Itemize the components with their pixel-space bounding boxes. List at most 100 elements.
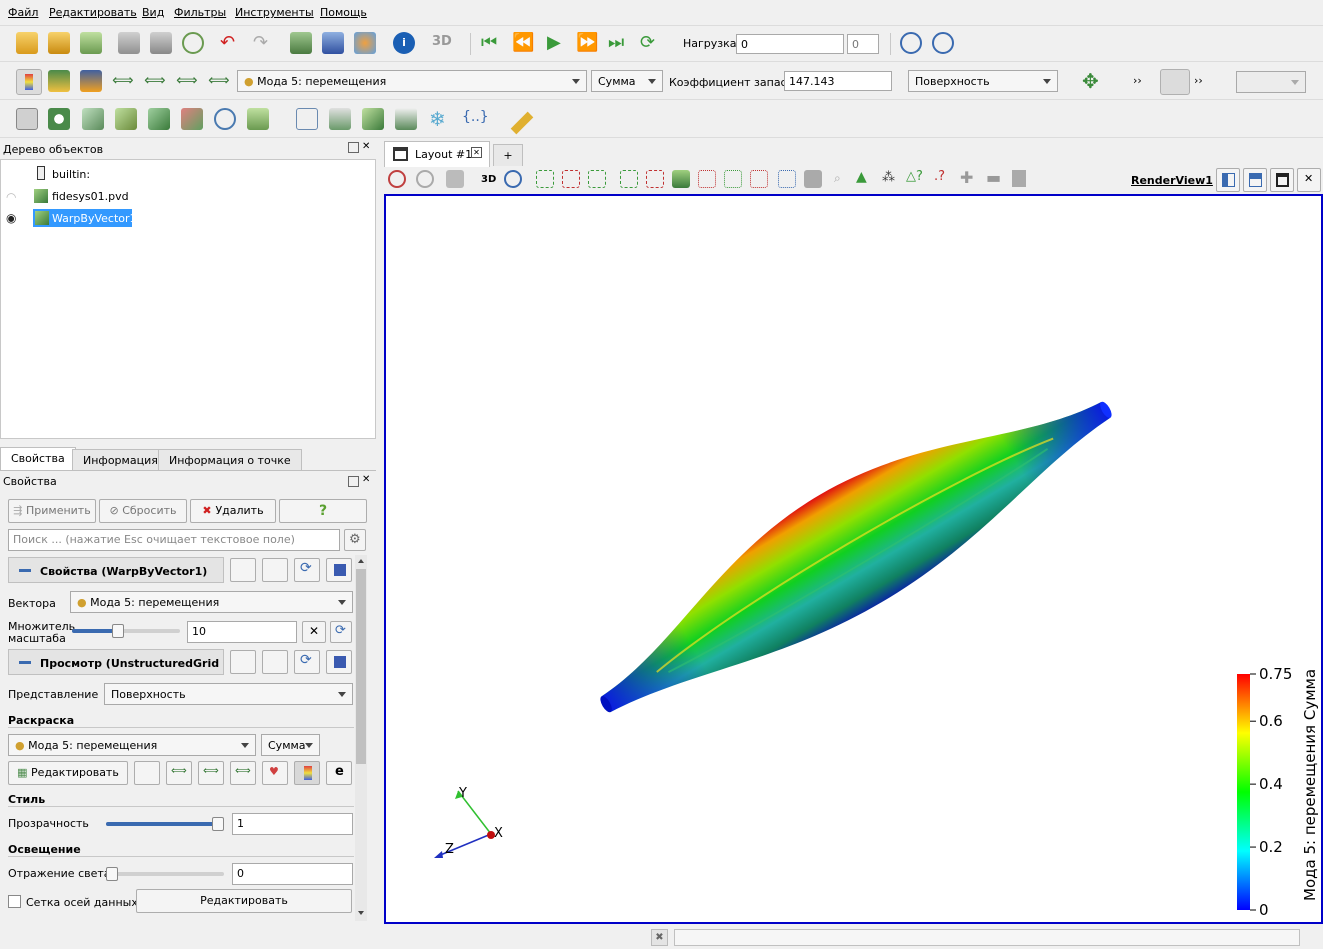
- close-view-icon[interactable]: ✕: [1297, 168, 1321, 192]
- tab-point-info[interactable]: Информация о точке: [158, 449, 302, 471]
- search-input[interactable]: Поиск ... (нажатие Esc очищает текстовое…: [8, 529, 340, 551]
- paste-props-icon[interactable]: [262, 558, 288, 582]
- rescale-c-btn-icon[interactable]: ⟺: [198, 761, 224, 785]
- pipeline-item-warp-selected[interactable]: WarpByVector1: [33, 209, 137, 227]
- threshold-icon[interactable]: [148, 108, 170, 130]
- warp-icon[interactable]: [296, 108, 318, 130]
- edit-colormap-icon[interactable]: [48, 70, 70, 92]
- specular-slider-track[interactable]: [106, 867, 224, 881]
- array-select[interactable]: ● Мода 5: перемещения: [237, 70, 587, 92]
- reset-camera-view-icon[interactable]: [388, 170, 406, 188]
- scale-slider-track[interactable]: [72, 624, 180, 638]
- menu-view[interactable]: Вид: [142, 6, 164, 19]
- query-cells-icon[interactable]: △?: [906, 169, 923, 184]
- eye-hidden-icon[interactable]: ◠: [6, 190, 16, 204]
- ruler-icon[interactable]: [510, 111, 534, 135]
- clear-scale-icon[interactable]: ✕: [302, 621, 326, 643]
- extract-subset-icon[interactable]: [181, 108, 203, 130]
- loop-icon[interactable]: ⟳: [640, 32, 655, 53]
- plot-over-line-icon[interactable]: [395, 108, 417, 130]
- apply-button[interactable]: ⇶ Применить: [8, 499, 96, 523]
- save-data-icon[interactable]: [80, 32, 102, 54]
- menu-filters[interactable]: Фильтры: [174, 6, 226, 19]
- load-input[interactable]: 0: [736, 34, 844, 54]
- menu-file[interactable]: Файл: [8, 6, 38, 19]
- close-icon[interactable]: ✕: [362, 141, 370, 152]
- disconnect-icon[interactable]: [150, 32, 172, 54]
- zoom-closest-icon[interactable]: [932, 32, 954, 54]
- snowflake-icon[interactable]: ❄: [429, 107, 446, 131]
- properties-scrollbar[interactable]: [355, 555, 367, 921]
- group-datasets-icon[interactable]: [329, 108, 351, 130]
- opacity-slider-handle[interactable]: [212, 817, 224, 831]
- plus-icon[interactable]: ✚: [960, 168, 973, 187]
- restore-display-icon[interactable]: ⟳: [294, 650, 320, 674]
- delete-button[interactable]: ✖ Удалить: [190, 499, 276, 523]
- specular-slider-handle[interactable]: [106, 867, 118, 881]
- split-horizontal-icon[interactable]: [1216, 168, 1240, 192]
- calculator-icon[interactable]: [16, 108, 38, 130]
- float-icon[interactable]: [348, 142, 359, 153]
- extract-level-icon[interactable]: [362, 108, 384, 130]
- scroll-up-icon[interactable]: [358, 559, 364, 563]
- grow-selection-icon[interactable]: [804, 170, 822, 188]
- camera-combo[interactable]: [1236, 71, 1306, 93]
- component-select[interactable]: Сумма: [591, 70, 663, 92]
- colorbar-props-icon[interactable]: e: [326, 761, 352, 785]
- render-view-name[interactable]: RenderView1: [1131, 174, 1213, 187]
- glyph-icon[interactable]: [214, 108, 236, 130]
- open-file-icon[interactable]: [16, 32, 38, 54]
- data-axes-edit-button[interactable]: Редактировать: [136, 889, 352, 913]
- hover-points-icon[interactable]: [724, 170, 742, 188]
- play-icon[interactable]: ▶: [547, 32, 561, 53]
- coloring-component-select[interactable]: Сумма: [261, 734, 320, 756]
- safety-factor-input[interactable]: 147.143: [784, 71, 892, 91]
- props-close-icon[interactable]: ✕: [362, 474, 370, 485]
- specular-input[interactable]: 0: [232, 863, 353, 885]
- points-triangle-icon[interactable]: ⁂: [882, 170, 895, 185]
- interactive-select-icon[interactable]: [778, 170, 796, 188]
- select-block-icon[interactable]: [672, 170, 690, 188]
- magnify-icon[interactable]: ⌕: [834, 171, 841, 186]
- first-frame-icon[interactable]: ⏮: [481, 32, 497, 53]
- undo-icon[interactable]: ↶: [220, 32, 235, 53]
- pipeline-item-fidesys[interactable]: fidesys01.pvd: [52, 190, 129, 203]
- overflow-chevron-1[interactable]: ››: [1133, 74, 1142, 87]
- rescale-temporal-icon[interactable]: ⟺: [176, 71, 198, 89]
- camera-link-icon[interactable]: [290, 32, 312, 54]
- python-script-icon[interactable]: {..}: [462, 109, 489, 125]
- scrollbar-thumb[interactable]: [356, 569, 366, 764]
- open-recent-icon[interactable]: [48, 32, 70, 54]
- overflow-chevron-2[interactable]: ››: [1194, 74, 1203, 87]
- pipeline-item-builtin[interactable]: builtin:: [52, 168, 90, 181]
- clear-status-icon[interactable]: ✖: [651, 929, 668, 946]
- hover-cells-icon[interactable]: [750, 170, 768, 188]
- reset-session-icon[interactable]: [182, 32, 204, 54]
- tab-properties[interactable]: Свойства: [0, 447, 76, 470]
- previous-frame-icon[interactable]: ⏪: [512, 32, 534, 53]
- menu-edit[interactable]: Редактировать: [49, 6, 137, 19]
- deselect-icon[interactable]: [562, 170, 580, 188]
- representation-dropdown[interactable]: Поверхность: [104, 683, 353, 705]
- settings-gear-icon[interactable]: ⚙: [344, 529, 366, 551]
- show-colorbar-icon[interactable]: [294, 761, 320, 785]
- contour-icon[interactable]: [48, 108, 70, 130]
- reset-camera-icon[interactable]: ✥: [1082, 69, 1099, 93]
- toggle-colorbar-icon[interactable]: [16, 69, 42, 95]
- closest-camera-icon[interactable]: [416, 170, 434, 188]
- rescale-data-icon[interactable]: [134, 761, 160, 785]
- rescale-custom-btn-icon[interactable]: ⟺: [166, 761, 192, 785]
- tab-information[interactable]: Информация: [72, 449, 169, 471]
- last-frame-icon[interactable]: ⏭: [608, 32, 624, 53]
- section-properties-header[interactable]: Свойства (WarpByVector1): [8, 557, 224, 583]
- representation-select[interactable]: Поверхность: [908, 70, 1058, 92]
- palette-icon[interactable]: [354, 32, 376, 54]
- opacity-slider-track[interactable]: [106, 817, 224, 831]
- split-vertical-icon[interactable]: [1243, 168, 1267, 192]
- layout-tab[interactable]: Layout #1 ✕: [384, 141, 490, 167]
- 3d-icon[interactable]: 3D: [432, 34, 452, 49]
- scale-input[interactable]: 10: [187, 621, 297, 643]
- pick-center-icon[interactable]: [1160, 69, 1190, 95]
- add-selection-icon[interactable]: [588, 170, 606, 188]
- render-view[interactable]: Y X Z 0.75 0.6 0.4 0.2 0 Мода 5: перемещения…: [384, 194, 1323, 924]
